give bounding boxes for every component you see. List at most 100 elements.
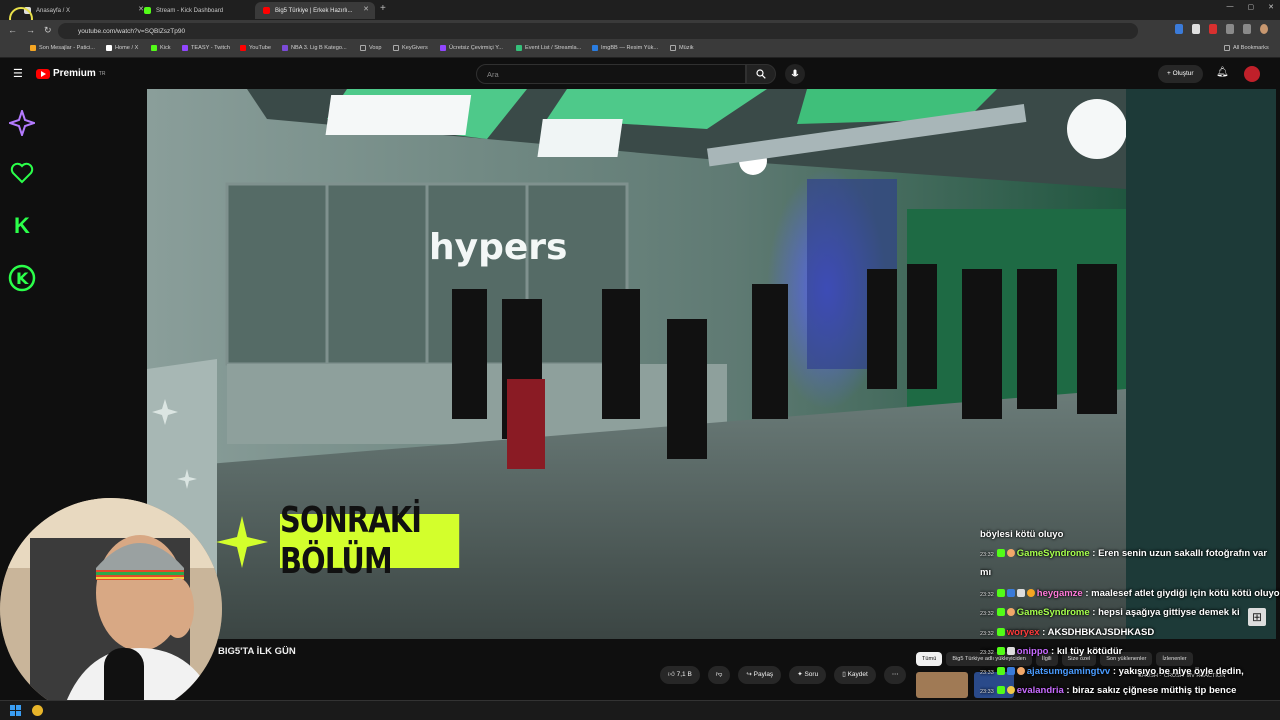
bookmark-item[interactable]: Event List / Streamla... bbox=[516, 45, 581, 51]
chat-timestamp: 23:32 bbox=[980, 551, 994, 558]
bookmark-item[interactable]: KeyGivers bbox=[393, 45, 428, 51]
save-label: Kaydet bbox=[847, 671, 868, 678]
chat-username: evalandria bbox=[1016, 685, 1064, 696]
bookmark-label: NBA 3. Lig B Katego... bbox=[291, 45, 347, 51]
ask-button[interactable]: ✦ Soru bbox=[789, 666, 827, 684]
chat-username: heygamze bbox=[1036, 587, 1083, 599]
url-text: youtube.com/watch?v=SQBlZszTp90 bbox=[78, 27, 186, 35]
bookmark-item[interactable]: ImgBB — Resim Yük... bbox=[592, 45, 658, 51]
maximize-icon[interactable]: ▢ bbox=[1248, 3, 1255, 11]
url-field[interactable]: youtube.com/watch?v=SQBlZszTp90 bbox=[58, 23, 1138, 39]
chat-timestamp: 23:33 bbox=[980, 669, 994, 676]
windows-start-icon[interactable] bbox=[10, 705, 21, 716]
search-input[interactable]: Ara bbox=[476, 64, 746, 84]
coin-badge-icon bbox=[1026, 588, 1035, 597]
next-episode-card: SONRAKİ BÖLÜM bbox=[280, 500, 460, 582]
extension-icon[interactable] bbox=[1209, 24, 1217, 34]
voice-search-button[interactable] bbox=[785, 64, 805, 84]
minimize-icon[interactable]: — bbox=[1227, 3, 1234, 11]
bookmark-icon bbox=[516, 45, 522, 51]
save-button[interactable]: ▯ Kaydet bbox=[834, 666, 876, 684]
chrome-taskbar-icon[interactable] bbox=[32, 705, 43, 716]
bookmark-label: Ücretsiz Çevirmiçi Y... bbox=[449, 45, 503, 51]
chat-message: böylesi kötü oluyo bbox=[980, 526, 1280, 545]
logo-text: Premium bbox=[53, 68, 96, 79]
stream-overlay-icons: K K bbox=[0, 88, 42, 508]
svg-text:K: K bbox=[16, 269, 29, 288]
video-action-bar: 👍︎ 7,1 B 👎︎ ↪ Paylaş ✦ Soru ▯ Kaydet ⋯ bbox=[660, 666, 907, 684]
bookmark-item[interactable]: Son Mesajlar - Patici... bbox=[30, 45, 95, 51]
browser-tab-youtube[interactable]: Big5 Türkiye | Erkek Hazırlı... ✕ bbox=[255, 2, 375, 19]
search-icon bbox=[756, 69, 766, 79]
chat-message-text: AKSDHBKAJSDHKASD bbox=[1047, 626, 1155, 638]
browser-tab-x[interactable]: Anasayfa / X ✕ bbox=[16, 2, 150, 19]
forward-icon[interactable]: → bbox=[26, 25, 35, 35]
folder-icon bbox=[360, 45, 366, 51]
chat-message-text: böylesi kötü oluyo bbox=[980, 529, 1064, 540]
extension-icon[interactable] bbox=[1175, 24, 1183, 34]
more-icon: ⋯ bbox=[891, 671, 899, 678]
wall-sign: hypers bbox=[429, 227, 567, 268]
chat-username: ajatsumgamingtvv bbox=[1026, 665, 1111, 677]
tab-title: Stream - Kick Dashboard bbox=[156, 7, 224, 14]
extension-icon[interactable] bbox=[1192, 24, 1200, 34]
bookmark-item[interactable]: Vosp bbox=[360, 45, 381, 51]
chat-timestamp: 23:32 bbox=[980, 611, 994, 617]
new-tab-button[interactable]: + bbox=[380, 3, 386, 14]
menu-icon[interactable]: ☰ bbox=[13, 67, 23, 80]
kick-badge-icon bbox=[996, 686, 1005, 694]
close-tab-icon[interactable]: ✕ bbox=[363, 5, 369, 13]
search-placeholder: Ara bbox=[487, 70, 499, 79]
bookmark-item[interactable]: NBA 3. Lig B Katego... bbox=[282, 45, 347, 51]
profile-avatar-icon[interactable] bbox=[1260, 24, 1268, 34]
bookmark-label: Event List / Streamla... bbox=[525, 45, 582, 51]
bookmark-item[interactable]: Home / X bbox=[106, 45, 138, 51]
sparkle-icon bbox=[9, 110, 35, 136]
extension-icon[interactable] bbox=[1226, 24, 1234, 34]
chip-all[interactable]: Tümü bbox=[916, 652, 943, 666]
share-button[interactable]: ↪ Paylaş bbox=[738, 666, 782, 684]
youtube-favicon-icon bbox=[263, 7, 270, 14]
bookmark-icon bbox=[30, 45, 36, 51]
bookmark-item[interactable]: Kick bbox=[151, 45, 171, 51]
stream-chat-overlay: böylesi kötü oluyo 23:32 GameSyndrome : E… bbox=[980, 526, 1280, 720]
browser-tab-kick[interactable]: Stream - Kick Dashboard ✕ bbox=[136, 2, 270, 19]
extension-icon[interactable] bbox=[1243, 24, 1251, 34]
like-button[interactable]: 👍︎ 7,1 B bbox=[660, 666, 700, 684]
extension-icons bbox=[1175, 24, 1268, 34]
emote-badge-icon bbox=[1006, 548, 1015, 557]
kick-favicon-icon bbox=[144, 7, 151, 14]
star-sparkle-icon bbox=[216, 516, 268, 568]
create-button[interactable]: + Oluştur bbox=[1158, 65, 1203, 83]
chat-timestamp: 23:32 bbox=[980, 591, 994, 598]
bookmark-icon bbox=[282, 45, 288, 51]
kick-logo-icon: K bbox=[14, 213, 30, 238]
create-label: Oluştur bbox=[1172, 70, 1194, 77]
notifications-bell-icon[interactable]: 🔔︎ bbox=[1216, 67, 1229, 78]
bookmark-icon bbox=[592, 45, 598, 51]
chat-message: 23:33 evalandria : biraz sakız çiğnese mü… bbox=[980, 685, 1237, 696]
emote-badge-icon bbox=[1006, 686, 1015, 694]
youtube-logo[interactable]: Premium TR bbox=[36, 68, 105, 79]
close-window-icon[interactable]: ✕ bbox=[1268, 3, 1274, 11]
bookmark-item[interactable]: Müzik bbox=[670, 45, 694, 51]
bookmark-item[interactable]: Ücretsiz Çevirmiçi Y... bbox=[440, 45, 503, 51]
address-bar-row: ← → ↻ youtube.com/watch?v=SQBlZszTp90 bbox=[0, 20, 1280, 42]
chat-username: woryex bbox=[1006, 626, 1040, 638]
kick-badge-icon bbox=[996, 647, 1005, 655]
account-avatar[interactable] bbox=[1244, 66, 1260, 82]
chat-message: 23:32 onippo : kıl tüy kötüdür bbox=[980, 646, 1123, 657]
all-bookmarks[interactable]: All Bookmarks bbox=[1224, 45, 1269, 51]
kick-badge-icon bbox=[996, 588, 1005, 597]
reload-icon[interactable]: ↻ bbox=[44, 25, 52, 36]
emote-badge-icon bbox=[1016, 588, 1025, 597]
kick-badge-icon bbox=[996, 548, 1005, 557]
search-button[interactable] bbox=[746, 64, 776, 84]
bookmark-item[interactable]: TEASY - Twitch bbox=[182, 45, 230, 51]
share-label: Paylaş bbox=[753, 671, 774, 678]
dislike-button[interactable]: 👎︎ bbox=[707, 666, 731, 684]
moderator-badge-icon bbox=[1006, 666, 1015, 675]
back-icon[interactable]: ← bbox=[8, 25, 17, 35]
more-actions-button[interactable]: ⋯ bbox=[883, 666, 907, 684]
bookmark-item[interactable]: YouTube bbox=[240, 45, 271, 51]
